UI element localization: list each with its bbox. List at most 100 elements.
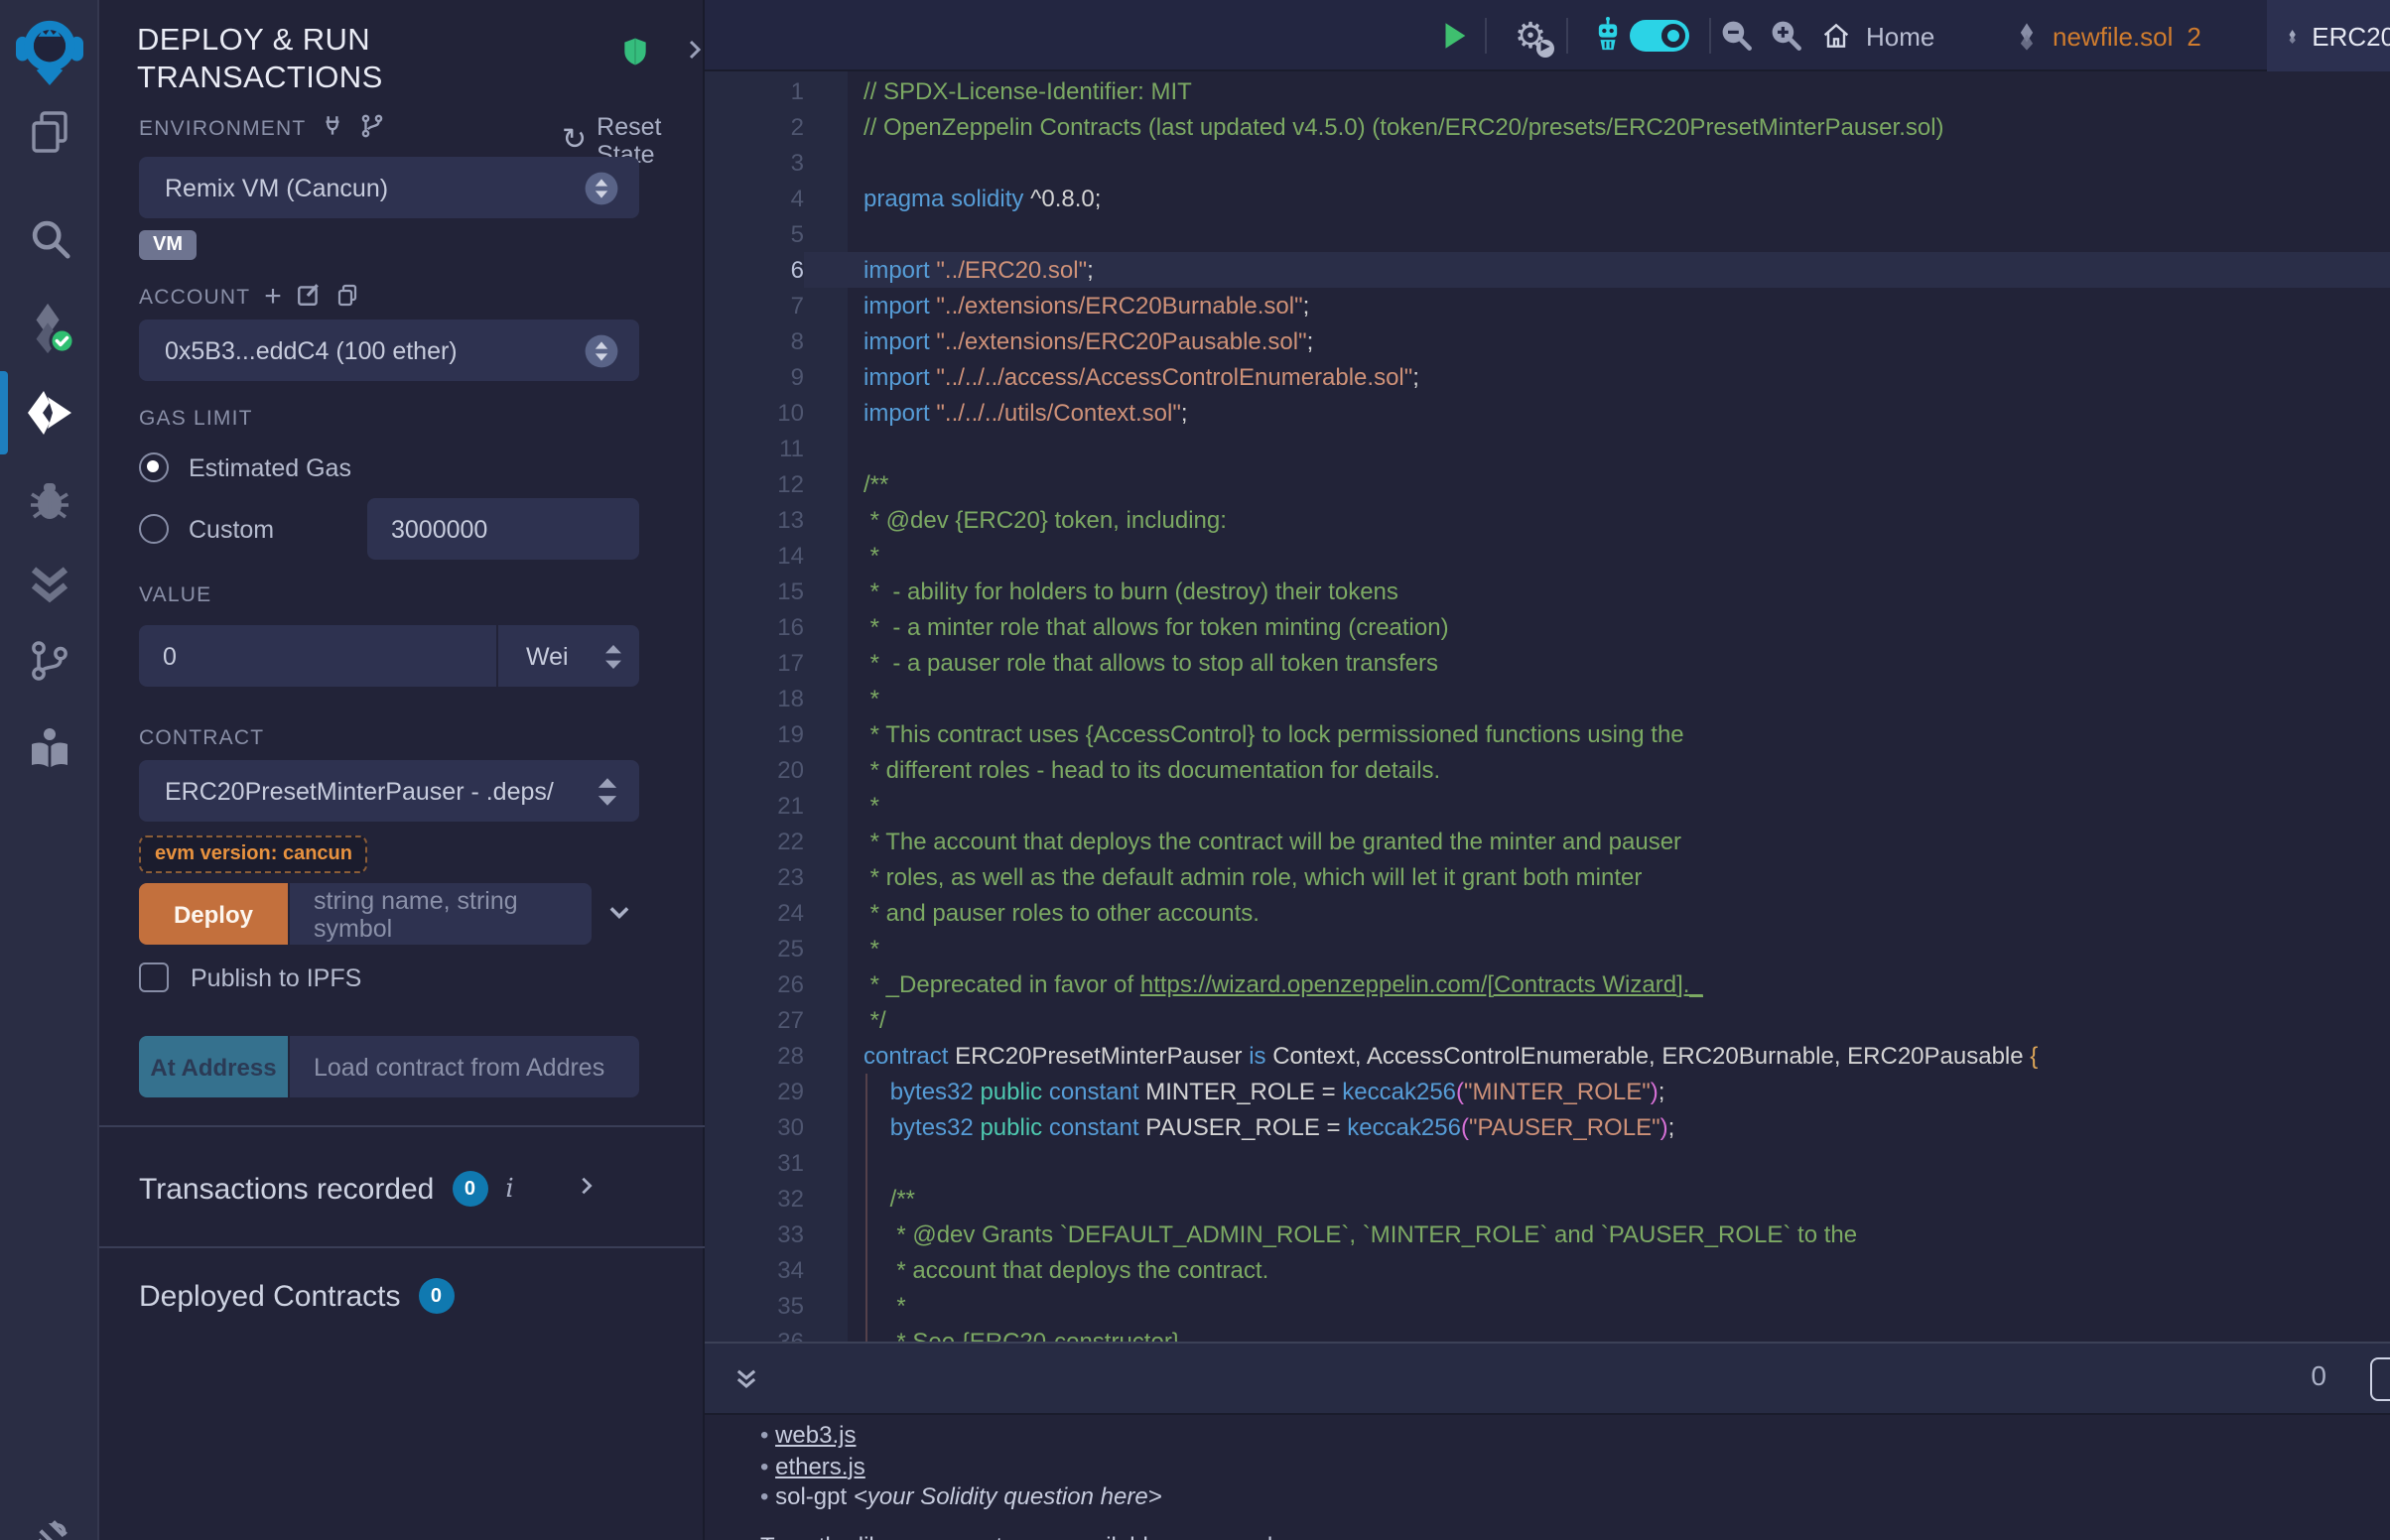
info-icon[interactable]: i — [505, 1174, 513, 1204]
code-line[interactable]: 11 — [705, 431, 2390, 466]
line-number[interactable]: 22 — [705, 824, 804, 859]
line-number[interactable]: 28 — [705, 1038, 804, 1074]
line-number[interactable]: 10 — [705, 395, 804, 431]
code-line-content[interactable]: * - ability for holders to burn (destroy… — [804, 574, 2390, 609]
fork-environment-icon[interactable] — [359, 113, 385, 145]
terminal-library-link[interactable]: web3.js — [775, 1421, 856, 1449]
code-line[interactable]: 10import "../../../utils/Context.sol"; — [705, 395, 2390, 431]
line-number[interactable]: 36 — [705, 1324, 804, 1342]
file-explorer-icon[interactable] — [0, 93, 99, 169]
code-line-content[interactable]: import "../../../access/AccessControlEnu… — [804, 359, 2390, 395]
line-number[interactable]: 8 — [705, 323, 804, 359]
code-line[interactable]: 29 bytes32 public constant MINTER_ROLE =… — [705, 1074, 2390, 1109]
line-number[interactable]: 27 — [705, 1002, 804, 1038]
line-number[interactable]: 15 — [705, 574, 804, 609]
environment-select[interactable]: Remix VM (Cancun) — [139, 157, 639, 218]
code-line[interactable]: 25 * — [705, 931, 2390, 966]
custom-gas-input[interactable]: 3000000 — [367, 498, 639, 560]
contract-select[interactable]: ERC20PresetMinterPauser - .deps/ — [139, 760, 639, 822]
tab-erc20presetminterpauser[interactable]: ERC20PresetMinterPauser.sol ✕ — [2267, 0, 2390, 71]
expand-constructor-icon[interactable] — [603, 899, 635, 937]
line-number[interactable]: 23 — [705, 859, 804, 895]
code-line-content[interactable]: * and pauser roles to other accounts. — [804, 895, 2390, 931]
line-number[interactable]: 1 — [705, 73, 804, 109]
line-number[interactable]: 21 — [705, 788, 804, 824]
code-line[interactable]: 36 * See {ERC20-constructor}. — [705, 1324, 2390, 1342]
code-line-content[interactable] — [804, 145, 2390, 181]
code-line-content[interactable]: import "../extensions/ERC20Pausable.sol"… — [804, 323, 2390, 359]
line-number[interactable]: 3 — [705, 145, 804, 181]
constructor-args-input[interactable]: string name, string symbol — [290, 883, 592, 945]
line-number[interactable]: 12 — [705, 466, 804, 502]
plug-icon[interactable] — [320, 113, 345, 145]
code-line-content[interactable]: * account that deploys the contract. — [804, 1252, 2390, 1288]
code-line-content[interactable]: import "../ERC20.sol"; — [804, 252, 2390, 288]
code-line[interactable]: 34 * account that deploys the contract. — [705, 1252, 2390, 1288]
code-line-content[interactable]: * The account that deploys the contract … — [804, 824, 2390, 859]
line-number[interactable]: 33 — [705, 1217, 804, 1252]
at-address-input[interactable]: Load contract from Addres — [290, 1036, 639, 1097]
code-line[interactable]: 20 * different roles - head to its docum… — [705, 752, 2390, 788]
chevron-right-icon[interactable] — [683, 36, 707, 64]
code-line-content[interactable]: import "../extensions/ERC20Burnable.sol"… — [804, 288, 2390, 323]
unit-testing-icon[interactable] — [0, 548, 99, 623]
code-line[interactable]: 15 * - ability for holders to burn (dest… — [705, 574, 2390, 609]
compile-settings-gear-icon[interactable]: ⚙▶ — [1507, 0, 1554, 71]
value-unit-select[interactable]: Wei — [498, 625, 639, 687]
code-line-content[interactable]: pragma solidity ^0.8.0; — [804, 181, 2390, 216]
line-number[interactable]: 32 — [705, 1181, 804, 1217]
estimated-gas-option[interactable]: Estimated Gas — [139, 452, 351, 482]
value-input[interactable]: 0 — [139, 625, 496, 687]
code-line-content[interactable]: // OpenZeppelin Contracts (last updated … — [804, 109, 2390, 145]
add-account-icon[interactable]: + — [264, 280, 282, 314]
tab-home[interactable]: Home — [1800, 0, 1954, 71]
account-select[interactable]: 0x5B3...eddC4 (100 ether) — [139, 320, 639, 381]
code-line-content[interactable] — [804, 1145, 2390, 1181]
sign-message-icon[interactable] — [296, 281, 322, 313]
code-line[interactable]: 24 * and pauser roles to other accounts. — [705, 895, 2390, 931]
line-number[interactable]: 9 — [705, 359, 804, 395]
code-line-content[interactable]: * different roles - head to its document… — [804, 752, 2390, 788]
code-line[interactable]: 22 * The account that deploys the contra… — [705, 824, 2390, 859]
line-number[interactable]: 6 — [705, 252, 804, 288]
code-line-content[interactable]: /** — [804, 466, 2390, 502]
code-line-content[interactable]: * _Deprecated in favor of https://wizard… — [804, 966, 2390, 1002]
line-number[interactable]: 19 — [705, 716, 804, 752]
plugin-manager-icon[interactable] — [0, 1500, 99, 1540]
code-line[interactable]: 27 */ — [705, 1002, 2390, 1038]
line-number[interactable]: 11 — [705, 431, 804, 466]
run-play-icon[interactable] — [1431, 0, 1475, 71]
code-line[interactable]: 16 * - a minter role that allows for tok… — [705, 609, 2390, 645]
custom-gas-radio[interactable] — [139, 514, 169, 544]
code-line[interactable]: 1// SPDX-License-Identifier: MIT — [705, 73, 2390, 109]
code-line-content[interactable]: * See {ERC20-constructor}. — [804, 1324, 2390, 1342]
code-line-content[interactable]: * roles, as well as the default admin ro… — [804, 859, 2390, 895]
deploy-run-icon[interactable] — [0, 375, 99, 450]
line-number[interactable]: 16 — [705, 609, 804, 645]
code-editor[interactable]: 1// SPDX-License-Identifier: MIT2// Open… — [705, 71, 2390, 1342]
code-line-content[interactable]: // SPDX-License-Identifier: MIT — [804, 73, 2390, 109]
transactions-recorded-row[interactable]: Transactions recorded 0 i — [139, 1171, 598, 1207]
code-line[interactable]: 12/** — [705, 466, 2390, 502]
code-line-content[interactable]: * @dev Grants `DEFAULT_ADMIN_ROLE`, `MIN… — [804, 1217, 2390, 1252]
line-number[interactable]: 34 — [705, 1252, 804, 1288]
code-line[interactable]: 2// OpenZeppelin Contracts (last updated… — [705, 109, 2390, 145]
line-number[interactable]: 14 — [705, 538, 804, 574]
code-line-content[interactable]: * - a pauser role that allows to stop al… — [804, 645, 2390, 681]
debugger-icon[interactable] — [0, 462, 99, 538]
line-number[interactable]: 13 — [705, 502, 804, 538]
line-number[interactable]: 35 — [705, 1288, 804, 1324]
at-address-button[interactable]: At Address — [139, 1036, 288, 1097]
line-number[interactable]: 17 — [705, 645, 804, 681]
code-line[interactable]: 23 * roles, as well as the default admin… — [705, 859, 2390, 895]
line-number[interactable]: 26 — [705, 966, 804, 1002]
code-line[interactable]: 9import "../../../access/AccessControlEn… — [705, 359, 2390, 395]
code-line[interactable]: 18 * — [705, 681, 2390, 716]
line-number[interactable]: 30 — [705, 1109, 804, 1145]
search-icon[interactable] — [0, 200, 99, 276]
code-line-content[interactable]: * @dev {ERC20} token, including: — [804, 502, 2390, 538]
code-line[interactable]: 8import "../extensions/ERC20Pausable.sol… — [705, 323, 2390, 359]
line-number[interactable]: 31 — [705, 1145, 804, 1181]
line-number[interactable]: 2 — [705, 109, 804, 145]
ai-robot-icon[interactable] — [1584, 0, 1632, 71]
